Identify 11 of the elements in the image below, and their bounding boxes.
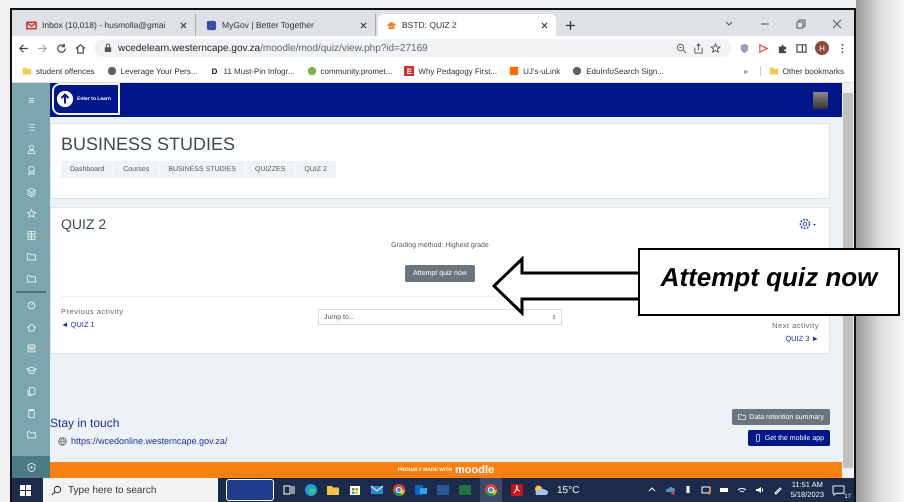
bookmark-badge: D: [210, 66, 220, 76]
temperature-text: 15°C: [557, 484, 580, 496]
quiz-title: QUIZ 2: [61, 216, 106, 232]
bookmark-badge: E: [404, 66, 414, 76]
callout-text: Attempt quiz now: [660, 262, 878, 293]
footer-heading: Stay in touch: [50, 416, 120, 430]
course-title: BUSINESS STUDIES: [61, 134, 236, 155]
tab-title: BSTD: QUIZ 2: [402, 20, 458, 30]
tab-title: Inbox (10,018) - husmolla@gmai: [42, 20, 166, 30]
tab-title: MyGov | Better Together: [222, 20, 315, 30]
moodle-wordmark: moodle: [455, 464, 494, 476]
